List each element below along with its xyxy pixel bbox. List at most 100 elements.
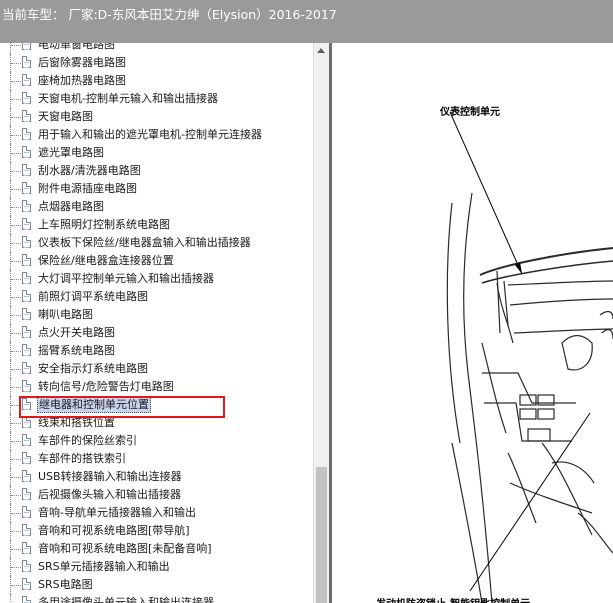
tree-item[interactable]: 上车照明灯控制系统电路图 bbox=[0, 216, 313, 234]
document-icon bbox=[22, 452, 31, 464]
tree-item-label: SRS电路图 bbox=[38, 578, 93, 591]
tree-item[interactable]: 音响和可视系统电路图[未配备音响] bbox=[0, 540, 313, 558]
document-icon bbox=[22, 146, 31, 158]
tree-item[interactable]: 点火开关电路图 bbox=[0, 324, 313, 342]
tree-connector-line bbox=[11, 351, 21, 352]
document-icon bbox=[22, 218, 31, 230]
document-icon bbox=[22, 92, 31, 104]
scroll-up-arrow-icon[interactable] bbox=[317, 48, 325, 53]
document-icon bbox=[22, 434, 31, 446]
tree-item[interactable]: 后窗除雾器电路图 bbox=[0, 54, 313, 72]
tree-item[interactable]: 电动車窗电路图 bbox=[0, 43, 313, 54]
document-icon bbox=[22, 164, 31, 176]
tree-item-label: 上车照明灯控制系统电路图 bbox=[38, 218, 170, 231]
tree-connector-line bbox=[11, 495, 21, 496]
document-icon bbox=[22, 380, 31, 392]
tree-item-label: 电动車窗电路图 bbox=[38, 43, 115, 51]
tree-item[interactable]: 音响和可视系统电路图[带导航] bbox=[0, 522, 313, 540]
document-icon bbox=[22, 506, 31, 518]
tree-connector-line bbox=[11, 531, 21, 532]
tree-item-label: 遮光罩电路图 bbox=[38, 146, 104, 159]
tree-connector-line bbox=[11, 567, 21, 568]
tree-item[interactable]: 车部件的搭铁索引 bbox=[0, 450, 313, 468]
tree-item[interactable]: 天窗电路图 bbox=[0, 108, 313, 126]
tree-item[interactable]: SRS单元插接器输入和输出 bbox=[0, 558, 313, 576]
document-icon bbox=[22, 542, 31, 554]
tree-item[interactable]: 刮水器/清洗器电路图 bbox=[0, 162, 313, 180]
tree-item-label: 喇叭电路图 bbox=[38, 308, 93, 321]
tree-item[interactable]: 用于输入和输出的遮光罩电机-控制单元连接器 bbox=[0, 126, 313, 144]
tree-item-label: 音响和可视系统电路图[带导航] bbox=[38, 524, 190, 537]
tree-item-label: 附件电源插座电路图 bbox=[38, 182, 137, 195]
tree-item-label: 后窗除雾器电路图 bbox=[38, 56, 126, 69]
tree-item[interactable]: 座椅加热器电路图 bbox=[0, 72, 313, 90]
document-icon bbox=[22, 254, 31, 266]
tree-item[interactable]: 车部件的保险丝索引 bbox=[0, 432, 313, 450]
document-icon bbox=[22, 470, 31, 482]
tree-connector-line bbox=[11, 423, 21, 424]
tree-item-label: 天窗电机-控制单元输入和输出插接器 bbox=[38, 92, 218, 105]
dashboard-location-diagram bbox=[446, 111, 613, 603]
tree-connector-line bbox=[11, 297, 21, 298]
tree-item[interactable]: 喇叭电路图 bbox=[0, 306, 313, 324]
tree-item[interactable]: 安全指示灯系统电路图 bbox=[0, 360, 313, 378]
tree-item-label: 车部件的保险丝索引 bbox=[38, 434, 137, 447]
tree-item-label: 点烟器电路图 bbox=[38, 200, 104, 213]
tree-item-label: 后视摄像头输入和输出插接器 bbox=[38, 488, 181, 501]
document-icon bbox=[22, 362, 31, 374]
tree-connector-line bbox=[11, 459, 21, 460]
tree-item[interactable]: 大灯调平控制单元输入和输出插接器 bbox=[0, 270, 313, 288]
tree-item-label: 用于输入和输出的遮光罩电机-控制单元连接器 bbox=[38, 128, 262, 141]
document-icon bbox=[22, 578, 31, 590]
diagram-viewer[interactable]: 仪表控制单元 发动机防盗锁止-智能钥匙控制单元 bbox=[332, 43, 613, 603]
tree-item[interactable]: 天窗电机-控制单元输入和输出插接器 bbox=[0, 90, 313, 108]
tree-item[interactable]: 点烟器电路图 bbox=[0, 198, 313, 216]
document-tree[interactable]: 电动車窗电路图后窗除雾器电路图 座椅加热器电路图天窗电机-控制单元输入和输出插接器… bbox=[0, 43, 313, 603]
document-icon bbox=[22, 182, 31, 194]
tree-item[interactable]: 保险丝/继电器盒连接器位置 bbox=[0, 252, 313, 270]
tree-item-label: 座椅加热器电路图 bbox=[38, 74, 126, 87]
document-icon bbox=[22, 74, 31, 86]
highlight-annotation-box bbox=[19, 396, 225, 418]
callout-instrument-control-unit: 仪表控制单元 bbox=[440, 107, 500, 118]
tree-connector-line bbox=[11, 585, 21, 586]
tree-item[interactable]: 附件电源插座电路图 bbox=[0, 180, 313, 198]
document-icon bbox=[22, 488, 31, 500]
tree-item[interactable]: 多用途摄像头单元输入和输出连接器 bbox=[0, 594, 313, 603]
tree-item-label: 保险丝/继电器盒连接器位置 bbox=[38, 254, 174, 267]
scrollbar-thumb[interactable] bbox=[316, 467, 327, 603]
callout-immobilizer-unit: 发动机防盗锁止-智能钥匙控制单元 bbox=[376, 595, 530, 603]
tree-scrollbar[interactable] bbox=[313, 43, 329, 603]
tree-item[interactable]: 仪表板下保险丝/继电器盒输入和输出插接器 bbox=[0, 234, 313, 252]
tree-item[interactable]: SRS电路图 bbox=[0, 576, 313, 594]
tree-connector-line bbox=[11, 45, 21, 46]
tree-item-label: 摇臂系统电路图 bbox=[38, 344, 115, 357]
tree-item[interactable]: 音响-导航单元插接器输入和输出 bbox=[0, 504, 313, 522]
document-icon bbox=[22, 272, 31, 284]
tree-item[interactable]: 前照灯调平系统电路图 bbox=[0, 288, 313, 306]
tree-connector-line bbox=[11, 369, 21, 370]
tree-item-label: USB转接器输入和输出连接器 bbox=[38, 470, 182, 483]
tree-item[interactable]: 遮光罩电路图 bbox=[0, 144, 313, 162]
tree-item-label: 转向信号/危险警告灯电路图 bbox=[38, 380, 174, 393]
document-icon bbox=[22, 560, 31, 572]
tree-item-label: 车部件的搭铁索引 bbox=[38, 452, 126, 465]
tree-item-label: 音响和可视系统电路图[未配备音响] bbox=[38, 542, 212, 555]
document-icon bbox=[22, 290, 31, 302]
tree-connector-line bbox=[11, 315, 21, 316]
document-icon bbox=[22, 43, 31, 50]
tree-item[interactable]: USB转接器输入和输出连接器 bbox=[0, 468, 313, 486]
tree-connector-line bbox=[11, 333, 21, 334]
tree-connector-line bbox=[11, 387, 21, 388]
document-icon bbox=[22, 110, 31, 122]
document-icon bbox=[22, 308, 31, 320]
tree-connector-line bbox=[11, 243, 21, 244]
tree-connector-line bbox=[11, 477, 21, 478]
tree-item[interactable]: 转向信号/危险警告灯电路图 bbox=[0, 378, 313, 396]
tree-item[interactable]: 摇臂系统电路图 bbox=[0, 342, 313, 360]
tree-connector-line bbox=[11, 135, 21, 136]
tree-item-label: 点火开关电路图 bbox=[38, 326, 115, 339]
window-title: 当前车型： 厂家:D-东风本田艾力绅（Elysion）2016-2017 bbox=[2, 7, 337, 22]
tree-connector-line bbox=[11, 513, 21, 514]
tree-item[interactable]: 后视摄像头输入和输出插接器 bbox=[0, 486, 313, 504]
